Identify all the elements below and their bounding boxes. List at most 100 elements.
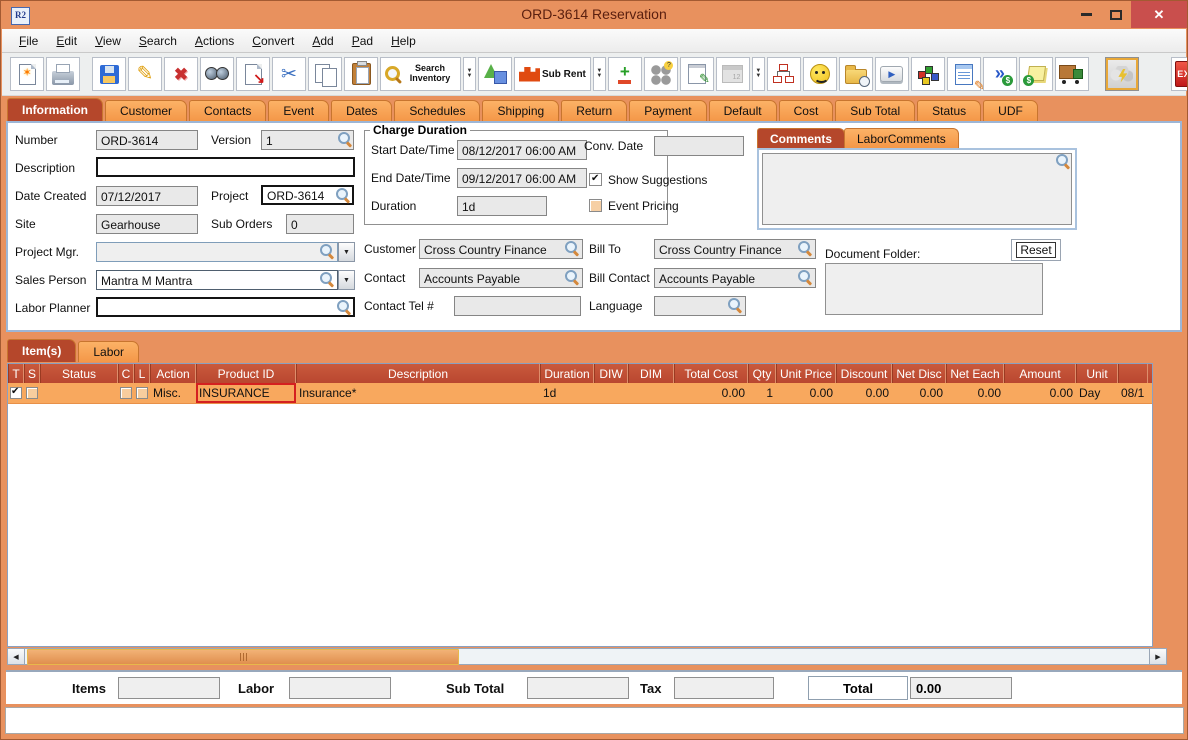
- copy-button[interactable]: [308, 57, 342, 91]
- column-header-unit[interactable]: Unit: [1076, 364, 1118, 383]
- contact-field[interactable]: Accounts Payable: [419, 268, 583, 288]
- menu-convert[interactable]: Convert: [243, 31, 303, 51]
- delete-button[interactable]: ✖: [164, 57, 198, 91]
- menu-pad[interactable]: Pad: [343, 31, 382, 51]
- substitute-button[interactable]: [643, 57, 678, 91]
- tab-status[interactable]: Status: [917, 100, 982, 121]
- row-checkbox[interactable]: [10, 386, 22, 399]
- column-header-status[interactable]: Status: [40, 364, 118, 383]
- contact-tel-field[interactable]: [454, 296, 581, 316]
- tab-schedules[interactable]: Schedules: [394, 100, 481, 121]
- table-cell[interactable]: 0.00: [892, 383, 946, 403]
- column-header-total-cost[interactable]: Total Cost: [674, 364, 748, 383]
- table-cell[interactable]: 0.00: [674, 383, 748, 403]
- horizontal-scrollbar[interactable]: ◀ ▶: [7, 648, 1167, 665]
- table-cell[interactable]: [628, 383, 674, 403]
- column-header-c[interactable]: C: [118, 364, 134, 383]
- sub-rent-dropdown[interactable]: ▼ ▼: [592, 57, 606, 91]
- shapes-button[interactable]: [478, 57, 512, 91]
- menu-file[interactable]: File: [10, 31, 47, 51]
- table-cell[interactable]: 08/1: [1118, 383, 1148, 403]
- column-header-description[interactable]: Description: [296, 364, 540, 383]
- column-header-extra[interactable]: [1118, 364, 1148, 383]
- table-cell[interactable]: [594, 383, 628, 403]
- table-cell[interactable]: 0.00: [776, 383, 836, 403]
- column-header-dim[interactable]: DIM: [628, 364, 674, 383]
- end-date-field[interactable]: 09/12/2017 06:00 AM: [457, 168, 587, 188]
- project-mgr-search-icon[interactable]: [320, 244, 335, 259]
- table-cell[interactable]: Day: [1076, 383, 1118, 403]
- tab-customer[interactable]: Customer: [105, 100, 188, 121]
- tab-payment[interactable]: Payment: [629, 100, 707, 121]
- new-document-button[interactable]: ✶: [10, 57, 44, 91]
- column-header-diw[interactable]: DIW: [594, 364, 628, 383]
- column-header-action[interactable]: Action: [150, 364, 196, 383]
- column-header-s[interactable]: S: [24, 364, 40, 383]
- smiley-button[interactable]: [802, 57, 837, 91]
- project-mgr-field[interactable]: [96, 242, 338, 262]
- sub-orders-field[interactable]: 0: [286, 214, 354, 234]
- column-header-product-id[interactable]: Product ID: [196, 364, 296, 383]
- scroll-left-arrow[interactable]: ◀: [8, 649, 25, 664]
- search-inventory-button[interactable]: Search Inventory: [380, 57, 461, 91]
- reset-button[interactable]: Reset: [1011, 239, 1061, 261]
- exit-button[interactable]: EXIT: [1170, 57, 1187, 91]
- menu-actions[interactable]: Actions: [186, 31, 243, 51]
- edit-document-button[interactable]: ✎: [946, 57, 985, 93]
- sub-rent-button[interactable]: Sub Rent: [514, 57, 591, 91]
- menu-view[interactable]: View: [86, 31, 130, 51]
- tab-dates[interactable]: Dates: [331, 100, 393, 121]
- project-search-icon[interactable]: [336, 188, 351, 203]
- customer-field[interactable]: Cross Country Finance: [419, 239, 583, 259]
- table-cell[interactable]: Misc.: [150, 383, 196, 403]
- number-field[interactable]: ORD-3614: [96, 130, 198, 150]
- row-checkbox[interactable]: [136, 387, 148, 399]
- document-folder-box[interactable]: [825, 263, 1043, 315]
- org-chart-button[interactable]: [766, 57, 801, 91]
- tab-comments[interactable]: Comments: [757, 128, 846, 148]
- menu-edit[interactable]: Edit: [47, 31, 86, 51]
- conv-date-field[interactable]: [654, 136, 744, 156]
- table-cell[interactable]: 0.00: [1004, 383, 1076, 403]
- column-header-net-disc[interactable]: Net Disc: [892, 364, 946, 383]
- menu-search[interactable]: Search: [130, 31, 186, 51]
- table-cell[interactable]: [40, 383, 118, 403]
- column-header-t[interactable]: T: [8, 364, 24, 383]
- project-mgr-dropdown[interactable]: ▼: [338, 242, 355, 262]
- site-field[interactable]: Gearhouse: [96, 214, 198, 234]
- menu-add[interactable]: Add: [303, 31, 342, 51]
- sales-person-search-icon[interactable]: [320, 272, 335, 287]
- close-button[interactable]: ✕: [1131, 1, 1187, 28]
- title-bar[interactable]: R2 ORD-3614 Reservation ✕: [1, 1, 1187, 29]
- tab-udf[interactable]: UDF: [983, 100, 1038, 121]
- quick-actions-button[interactable]: [1104, 57, 1139, 91]
- comments-textarea[interactable]: [762, 153, 1072, 225]
- comments-search-icon[interactable]: [1056, 154, 1071, 169]
- tab-return[interactable]: Return: [561, 100, 628, 121]
- event-pricing-checkbox[interactable]: [589, 199, 602, 212]
- menu-help[interactable]: Help: [382, 31, 425, 51]
- availability-button[interactable]: [910, 57, 945, 91]
- start-date-field[interactable]: 08/12/2017 06:00 AM: [457, 140, 587, 160]
- column-header-discount[interactable]: Discount: [836, 364, 892, 383]
- scrollbar-track[interactable]: [25, 649, 1149, 665]
- scroll-right-arrow[interactable]: ▶: [1149, 649, 1166, 664]
- row-checkbox[interactable]: [120, 387, 132, 399]
- language-search-icon[interactable]: [728, 298, 743, 313]
- table-row[interactable]: Misc.INSURANCEInsurance*1d0.0010.000.000…: [8, 383, 1152, 404]
- column-header-net-each[interactable]: Net Each: [946, 364, 1004, 383]
- scrollbar-thumb[interactable]: [27, 649, 459, 665]
- labor-planner-field[interactable]: [96, 297, 355, 317]
- duration-field[interactable]: 1d: [457, 196, 547, 216]
- find-button[interactable]: [200, 57, 234, 91]
- row-checkbox[interactable]: [26, 387, 38, 399]
- bill-to-search-icon[interactable]: [798, 241, 813, 256]
- print-button[interactable]: [46, 57, 80, 91]
- invoice-notes-button[interactable]: $: [1018, 57, 1053, 91]
- bill-to-field[interactable]: Cross Country Finance: [654, 239, 816, 259]
- search-inventory-dropdown[interactable]: ▼ ▼: [463, 57, 476, 91]
- tab-labor[interactable]: Labor: [78, 341, 140, 362]
- table-cell[interactable]: 0.00: [946, 383, 1004, 403]
- edit-button[interactable]: ✎: [128, 57, 162, 91]
- cut-button[interactable]: ✂: [272, 57, 306, 91]
